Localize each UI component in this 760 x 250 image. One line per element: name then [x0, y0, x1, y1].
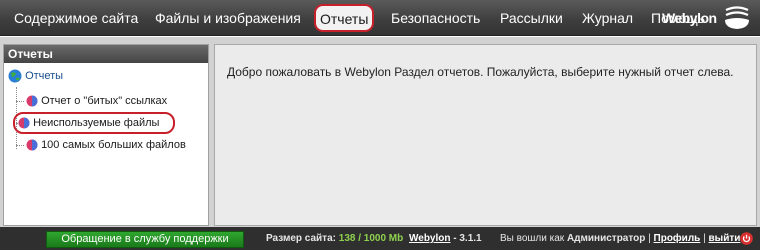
- globe-icon: [8, 69, 22, 83]
- nav-tab-reports[interactable]: Отчеты: [314, 4, 375, 32]
- version-number: 3.1.1: [459, 233, 482, 244]
- product-link[interactable]: Webylon: [409, 233, 450, 244]
- user-info: Вы вошли как Администратор | Профиль | в…: [500, 233, 741, 244]
- top-nav-bar: Содержимое сайта Файлы и изображения Отч…: [0, 0, 760, 36]
- profile-link[interactable]: Профиль: [654, 233, 701, 244]
- report-item-broken-links[interactable]: Отчет о "битых" ссылках: [26, 93, 167, 109]
- tree-root-reports[interactable]: Отчеты: [8, 69, 63, 87]
- webylon-cup-icon: [725, 6, 749, 29]
- footer-bar: Обращение в службу поддержки Размер сайт…: [0, 227, 760, 250]
- support-button[interactable]: Обращение в службу поддержки: [46, 231, 244, 248]
- reports-tree-panel: Отчеты Отчеты Отчет о "битых" ссылках Не…: [3, 44, 209, 226]
- nav-tab-files-images[interactable]: Файлы и изображения: [155, 0, 301, 36]
- nav-tab-security[interactable]: Безопасность: [391, 0, 480, 36]
- report-item-unused-files[interactable]: Неиспользуемые файлы: [13, 112, 176, 134]
- report-item-label: 100 самых больших файлов: [41, 139, 186, 151]
- site-size-info: Размер сайта: 138 / 1000 Mb: [266, 233, 403, 244]
- tree-connector: [16, 101, 24, 102]
- report-main-panel: Добро пожаловать в Webylon Раздел отчето…: [214, 44, 757, 226]
- power-icon[interactable]: [740, 232, 753, 245]
- nav-tab-site-content[interactable]: Содержимое сайта: [14, 0, 138, 36]
- tree-connector: [16, 145, 24, 146]
- report-item-largest-files[interactable]: 100 самых больших файлов: [26, 137, 186, 153]
- panel-title: Отчеты: [4, 45, 208, 63]
- nav-tab-log[interactable]: Журнал: [582, 0, 633, 36]
- brand-name: Webylon: [662, 10, 717, 26]
- version-info: Webylon - 3.1.1: [409, 233, 482, 244]
- logout-link[interactable]: выйти: [709, 233, 741, 244]
- site-size-label: Размер сайта:: [266, 233, 336, 244]
- nav-tab-newsletters[interactable]: Рассылки: [500, 0, 563, 36]
- report-icon: [26, 95, 38, 107]
- logged-in-prefix: Вы вошли как: [500, 233, 565, 244]
- welcome-message: Добро пожаловать в Webylon Раздел отчето…: [227, 65, 734, 79]
- user-name: Администратор: [566, 233, 646, 244]
- site-size-value: 138 / 1000 Mb: [338, 233, 404, 244]
- report-icon: [26, 139, 38, 151]
- report-item-label: Отчет о "битых" ссылках: [41, 95, 168, 107]
- report-icon: [18, 117, 30, 129]
- tree-root-label: Отчеты: [25, 70, 64, 82]
- content-area: Отчеты Отчеты Отчет о "битых" ссылках Не…: [0, 37, 760, 250]
- report-item-label: Неиспользуемые файлы: [33, 117, 160, 129]
